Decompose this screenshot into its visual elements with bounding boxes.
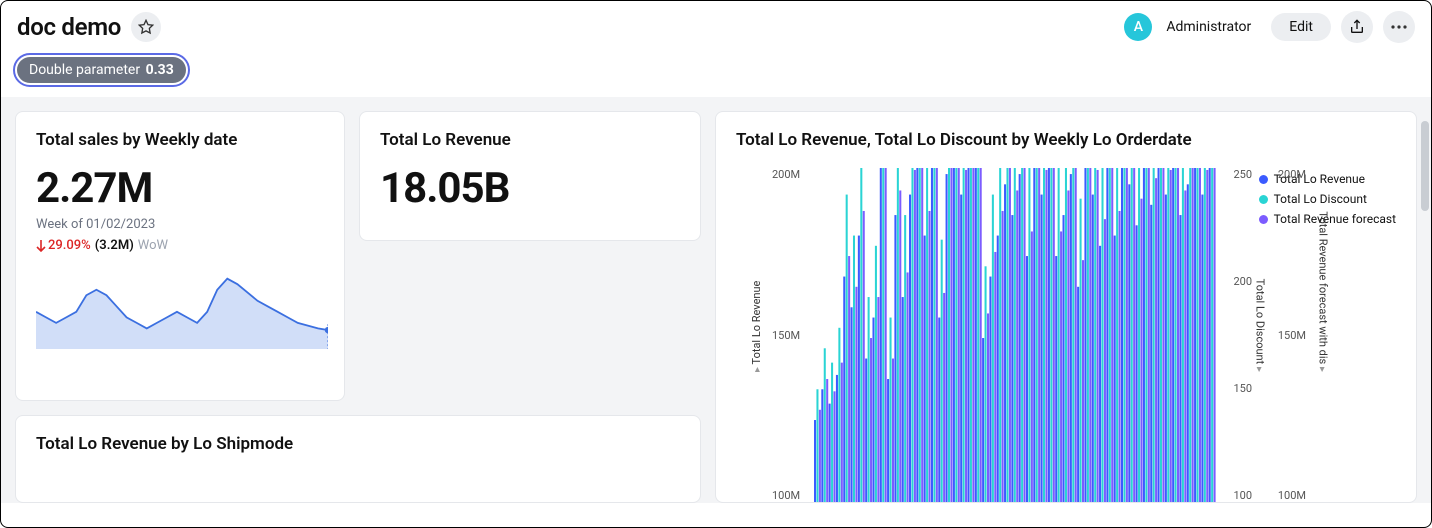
card-delta: 29.09% (3.2M) WoW (36, 238, 324, 253)
parameter-chip-value: 0.33 (146, 62, 174, 78)
y-axis-right1-label: Total Lo Discount ▸ (1253, 279, 1266, 372)
card-title: Total Lo Revenue, Total Lo Discount by W… (736, 130, 1396, 150)
card-title: Total Lo Revenue by Lo Shipmode (36, 434, 680, 454)
y-ticks-right2: 200M 150M 100M (1278, 168, 1306, 502)
card-title: Total sales by Weekly date (36, 130, 324, 150)
parameter-chip-selection: Double parameter 0.33 (13, 53, 190, 87)
card-total-lo-revenue[interactable]: Total Lo Revenue 18.05B (359, 111, 701, 241)
more-icon (1391, 25, 1407, 29)
legend-dot-icon (1259, 215, 1268, 224)
card-subdate: Week of 01/02/2023 (36, 217, 324, 232)
favorite-button[interactable] (131, 12, 161, 42)
share-icon (1349, 19, 1365, 35)
dashboard-area: Total sales by Weekly date 2.27M Week of… (1, 97, 1431, 503)
edit-button[interactable]: Edit (1271, 13, 1331, 41)
card-title: Total Lo Revenue (380, 130, 680, 150)
more-button[interactable] (1383, 11, 1415, 43)
arrow-down-icon (36, 240, 46, 252)
card-metric-value: 18.05B (380, 164, 680, 213)
delta-down: 29.09% (36, 238, 91, 253)
parameter-chip[interactable]: Double parameter 0.33 (17, 57, 186, 83)
parameter-row: Double parameter 0.33 (1, 47, 1431, 97)
scrollbar-thumb[interactable] (1421, 121, 1429, 211)
share-button[interactable] (1341, 11, 1373, 43)
y-axis-right2-label: Total Revenue forecast with dis ▸ (1317, 211, 1330, 372)
card-revenue-by-shipmode[interactable]: Total Lo Revenue by Lo Shipmode (15, 415, 701, 503)
header-bar: doc demo A Administrator Edit (1, 1, 1431, 47)
star-icon (138, 19, 154, 35)
delta-percent: 29.09% (48, 238, 91, 253)
avatar[interactable]: A (1124, 13, 1152, 41)
parameter-chip-label: Double parameter (29, 62, 140, 78)
y-ticks-right1: 250 200 150 100 (1233, 168, 1252, 502)
legend-dot-icon (1259, 175, 1268, 184)
page-title: doc demo (17, 13, 121, 41)
y-axis-left-label: ▸ Total Lo Revenue (750, 281, 763, 372)
delta-suffix: WoW (138, 238, 168, 253)
y-ticks-left: 200M 150M 100M (772, 168, 804, 502)
card-revenue-discount-by-orderdate[interactable]: Total Lo Revenue, Total Lo Discount by W… (715, 111, 1417, 503)
card-metric-value: 2.27M (36, 164, 324, 213)
sparkline (36, 263, 324, 353)
delta-paren: (3.2M) (95, 238, 134, 253)
card-total-sales[interactable]: Total sales by Weekly date 2.27M Week of… (15, 111, 345, 401)
legend-dot-icon (1259, 195, 1268, 204)
chart-plot-area: 200M 150M 100M 250 200 150 100 200M 150M… (772, 168, 1216, 502)
user-label: Administrator (1166, 19, 1251, 35)
